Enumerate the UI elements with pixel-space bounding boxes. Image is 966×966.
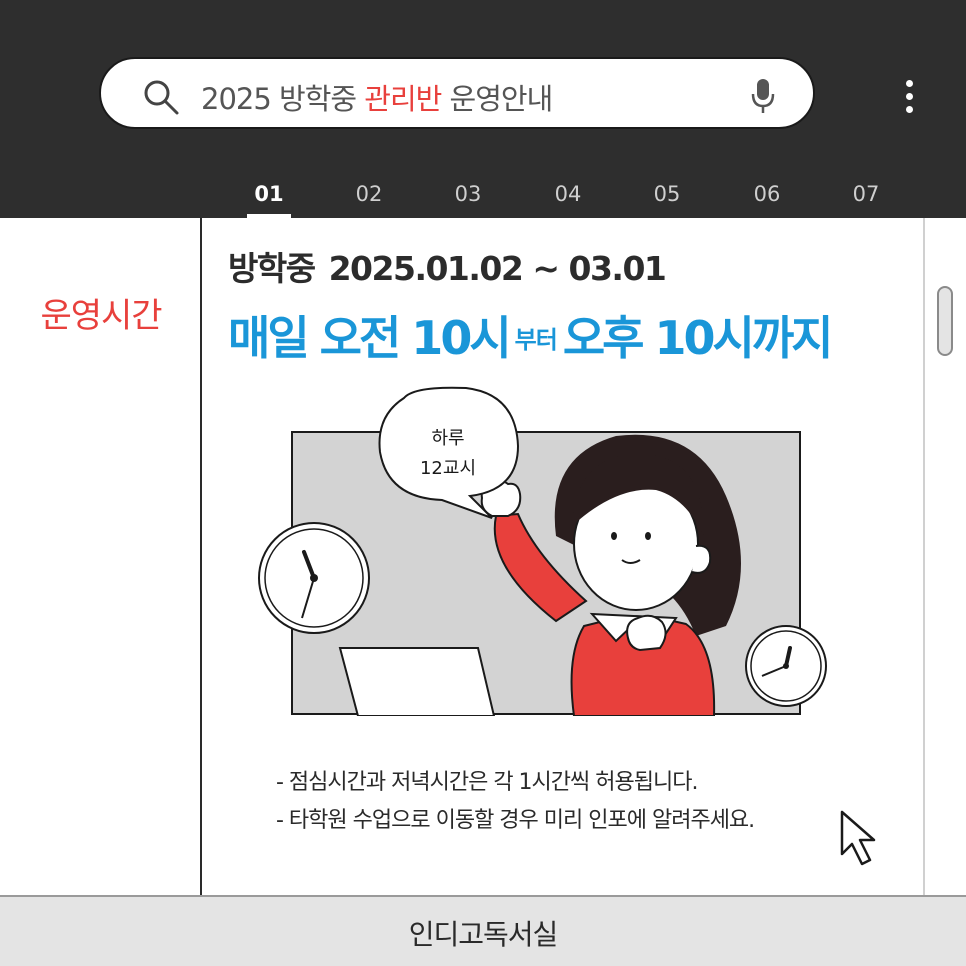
tab-02[interactable]: 02 bbox=[339, 182, 399, 218]
period-dates: 2025.01.02 ~ 03.01 bbox=[328, 249, 667, 288]
tab-05[interactable]: 05 bbox=[637, 182, 697, 218]
mic-icon[interactable] bbox=[749, 76, 777, 116]
tab-01[interactable]: 01 bbox=[239, 182, 299, 218]
search-query-highlight: 관리반 bbox=[364, 82, 442, 116]
section-label: 운영시간 bbox=[40, 296, 162, 336]
cursor-arrow-icon bbox=[840, 810, 876, 866]
main-content: 방학중 2025.01.02 ~ 03.01 매일 오전 10시 부터 오후 10시까… bbox=[204, 218, 923, 895]
speech-line2: 12교시 bbox=[420, 458, 476, 479]
study-illustration: 하루 12교시 bbox=[258, 386, 827, 716]
period-line: 방학중 2025.01.02 ~ 03.01 bbox=[228, 242, 667, 290]
search-icon[interactable] bbox=[141, 77, 181, 117]
footer-bar: 인디고독서실 bbox=[0, 895, 966, 966]
tab-bar: 01 02 03 04 05 06 07 bbox=[0, 182, 966, 218]
note-item: - 타학원 수업으로 이동할 경우 미리 인포에 알려주세요. bbox=[276, 808, 755, 833]
section-sidebar: 운영시간 bbox=[0, 218, 202, 895]
period-prefix: 방학중 bbox=[228, 249, 316, 288]
app-header: 2025 방학중 관리반 운영안내 01 02 03 04 05 06 07 bbox=[0, 0, 966, 218]
operating-hours: 매일 오전 10시 부터 오후 10시까지 bbox=[228, 311, 833, 365]
tab-07[interactable]: 07 bbox=[836, 182, 896, 218]
tab-03[interactable]: 03 bbox=[438, 182, 498, 218]
search-bar[interactable]: 2025 방학중 관리반 운영안내 bbox=[99, 57, 815, 129]
scrollbar-thumb[interactable] bbox=[937, 286, 953, 356]
scrollbar-track[interactable] bbox=[923, 218, 966, 895]
notes-list: - 점심시간과 저녁시간은 각 1시간씩 허용됩니다. - 타학원 수업으로 이… bbox=[276, 764, 755, 840]
tab-06[interactable]: 06 bbox=[737, 182, 797, 218]
kebab-menu-icon[interactable] bbox=[900, 80, 918, 120]
search-query[interactable]: 2025 방학중 관리반 운영안내 bbox=[201, 76, 553, 118]
note-item: - 점심시간과 저녁시간은 각 1시간씩 허용됩니다. bbox=[276, 770, 698, 795]
tab-04[interactable]: 04 bbox=[538, 182, 598, 218]
footer-brand: 인디고독서실 bbox=[408, 918, 559, 951]
speech-line1: 하루 bbox=[431, 428, 464, 449]
